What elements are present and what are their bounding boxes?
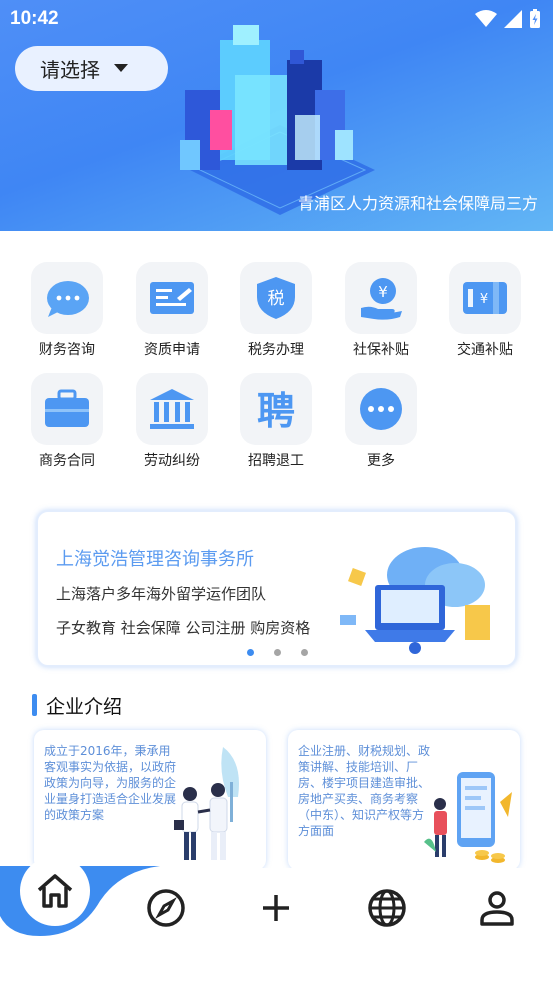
section-accent-bar [32,694,37,716]
service-icon-box: ¥ [345,262,417,334]
service-label: 劳动纠纷 [144,453,200,469]
carousel-dot[interactable] [247,649,254,656]
intro-card[interactable]: 成立于2016年，秉承用客观事实为依据，以政府政策为向导，为服务的企业量身打造适… [34,730,266,870]
service-financial-consult[interactable]: 财务咨询 [15,262,119,359]
status-icons [475,9,541,29]
person-icon [480,891,514,926]
more-dots-icon [360,388,402,430]
battery-icon [530,9,540,28]
service-icon-box [345,373,417,445]
service-icon-box [31,373,103,445]
svg-text:税: 税 [268,289,285,309]
service-label: 资质申请 [144,342,200,358]
carousel-indicator [247,649,308,656]
svg-text:聘: 聘 [257,389,295,432]
tab-discover[interactable] [144,886,188,930]
service-label: 税务办理 [248,342,304,358]
intro-card-text: 企业注册、财税规划、政策讲解、技能培训、厂房、楼宇项目建造审批、房地产买卖、商务… [298,744,431,838]
service-icon-box [136,262,208,334]
courthouse-icon [150,389,194,429]
intro-card-text: 成立于2016年，秉承用客观事实为依据，以政府政策为向导，为服务的企业量身打造适… [44,744,177,822]
signal-icon [504,10,522,28]
hero-banner: 10:42 请选择 青浦区人力资源和社会保障局三方 [0,0,553,231]
promo-carousel[interactable]: 上海觉浩管理咨询事务所 上海落户多年海外留学运作团队 子女教育 社会保障 公司注… [36,510,517,667]
service-qualification[interactable]: 资质申请 [120,262,224,359]
service-recruitment[interactable]: 聘 招聘退工 [224,373,328,470]
certificate-card-icon [150,282,194,314]
intro-card[interactable]: 企业注册、财税规划、政策讲解、技能培训、厂房、楼宇项目建造审批、房地产买卖、商务… [288,730,520,870]
service-icon-box: 聘 [240,373,312,445]
service-tax[interactable]: 税 税务办理 [224,262,328,359]
tab-profile[interactable] [475,886,519,930]
carousel-dot[interactable] [301,649,308,656]
service-label: 招聘退工 [248,453,304,469]
yuan-card-icon: ¥ [463,282,507,314]
service-business-contract[interactable]: 商务合同 [15,373,119,470]
service-label: 更多 [367,453,395,469]
promo-illustration [340,547,490,654]
promo-line-2: 子女教育 社会保障 公司注册 购房资格 [56,619,311,637]
region-selector-label: 请选择 [40,58,100,82]
home-icon [37,874,73,908]
caret-down-icon [114,64,128,72]
tab-home[interactable] [20,856,90,926]
tab-publish[interactable] [254,886,298,930]
service-icon-box [136,373,208,445]
briefcase-icon [45,389,89,427]
service-social-subsidy[interactable]: ¥ 社保补贴 [329,262,433,359]
plus-icon [263,895,289,921]
globe-icon [368,889,406,927]
carousel-dot[interactable] [274,649,281,656]
service-label: 社保补贴 [353,342,409,358]
tab-global[interactable] [365,886,409,930]
region-selector[interactable]: 请选择 [15,46,168,91]
phone-illustration [424,772,512,863]
wifi-icon [475,10,497,27]
service-label: 财务咨询 [39,342,95,358]
section-title: 企业介绍 [46,695,123,718]
tax-shield-icon: 税 [257,277,295,319]
chat-bubbles-icon [47,281,89,317]
service-labor-dispute[interactable]: 劳动纠纷 [120,373,224,470]
section-header: 企业介绍 [32,692,122,718]
service-icon-box: ¥ [449,262,521,334]
service-label: 商务合同 [39,453,95,469]
bottom-tab-bar [0,856,553,984]
service-more[interactable]: 更多 [329,373,433,470]
promo-title: 上海觉浩管理咨询事务所 [56,549,254,570]
hero-caption: 青浦区人力资源和社会保障局三方 [297,194,538,213]
service-icon-box: 税 [240,262,312,334]
svg-text:¥: ¥ [378,283,388,301]
service-icon-box [31,262,103,334]
svg-text:¥: ¥ [480,292,488,307]
service-label: 交通补贴 [457,342,513,358]
recruit-character-icon: 聘 [257,389,295,432]
promo-line-1: 上海落户多年海外留学运作团队 [56,585,267,603]
service-transport-subsidy[interactable]: ¥ 交通补贴 [433,262,537,359]
status-time: 10:42 [10,8,59,29]
yuan-hand-icon: ¥ [361,278,402,320]
handshake-illustration [174,747,239,860]
compass-icon [147,889,185,927]
